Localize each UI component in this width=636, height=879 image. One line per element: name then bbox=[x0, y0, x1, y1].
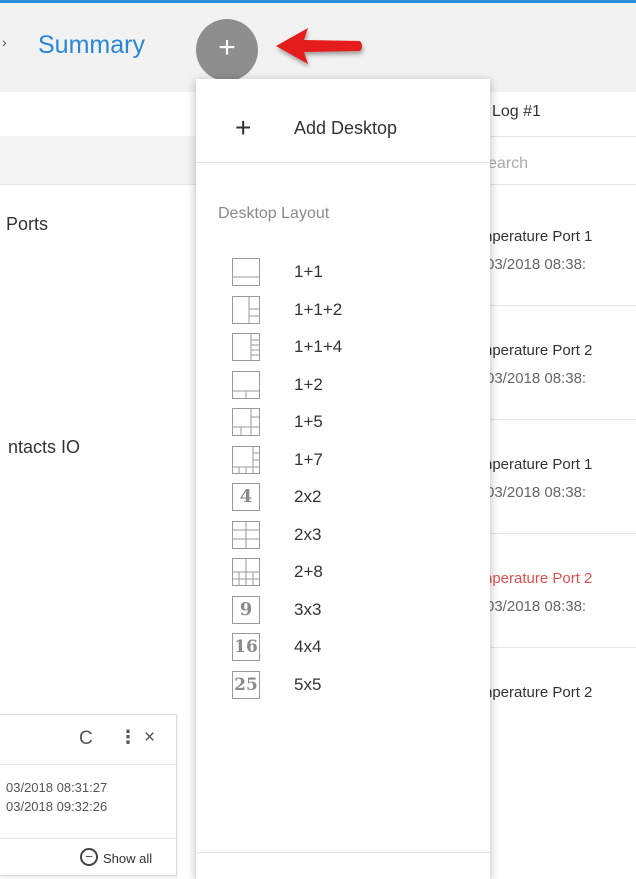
layout-option-label: 1+5 bbox=[294, 412, 323, 431]
log-search-input[interactable]: earch bbox=[488, 155, 528, 173]
log-entry-time: 03/2018 08:38: bbox=[486, 484, 587, 501]
layout-2x3-icon bbox=[232, 521, 260, 549]
mini-timestamp: 03/2018 08:31:27 bbox=[6, 780, 108, 795]
left-panel-header bbox=[0, 92, 200, 137]
breadcrumb-chevron-icon: › bbox=[2, 34, 7, 50]
layout-1-7-icon bbox=[232, 446, 260, 474]
layout-option-label: 2x3 bbox=[294, 525, 322, 544]
log-entry-name[interactable]: nperature Port 1 bbox=[484, 456, 592, 473]
divider bbox=[480, 533, 636, 534]
layout-1-5-icon bbox=[232, 408, 260, 436]
log-entry-name[interactable]: nperature Port 2 bbox=[484, 570, 592, 587]
left-item-ports[interactable]: Ports bbox=[6, 214, 48, 235]
divider bbox=[480, 136, 636, 137]
layout-option-label: 5x5 bbox=[294, 675, 322, 694]
add-desktop-dropdown bbox=[196, 79, 490, 879]
show-all-link[interactable]: Show all bbox=[103, 851, 152, 866]
divider bbox=[480, 647, 636, 648]
grid-number-icon: 9 bbox=[232, 596, 260, 624]
divider bbox=[480, 305, 636, 306]
page-title-summary[interactable]: Summary bbox=[38, 31, 145, 60]
mini-timestamp: 03/2018 09:32:26 bbox=[6, 799, 108, 814]
minus-circle-icon[interactable]: − bbox=[80, 848, 98, 866]
layout-option-label: 1+1+4 bbox=[294, 337, 343, 356]
plus-icon[interactable]: + bbox=[235, 112, 251, 144]
close-icon[interactable]: × bbox=[144, 727, 155, 749]
grid-number-icon: 4 bbox=[232, 483, 260, 511]
refresh-icon[interactable]: C bbox=[79, 728, 93, 750]
layout-1-1-2-icon bbox=[232, 296, 260, 324]
layout-1-2-icon bbox=[232, 371, 260, 399]
red-arrow-icon bbox=[276, 28, 362, 64]
log-entry-name[interactable]: nperature Port 2 bbox=[484, 342, 592, 359]
layout-1-1-icon bbox=[232, 258, 260, 286]
divider bbox=[480, 184, 636, 185]
layout-1-1-4-icon bbox=[232, 333, 260, 361]
grid-number-icon: 25 bbox=[232, 671, 260, 699]
more-menu-icon[interactable]: ⋮ bbox=[119, 727, 137, 748]
log-panel-title: Log #1 bbox=[492, 103, 541, 120]
divider bbox=[196, 852, 490, 853]
desktop-layout-heading: Desktop Layout bbox=[218, 205, 330, 222]
log-entry-name[interactable]: nperature Port 1 bbox=[484, 228, 592, 245]
add-desktop-menu-item[interactable]: Add Desktop bbox=[294, 118, 397, 139]
layout-option-label: 1+1+2 bbox=[294, 300, 343, 319]
layout-option-label: 3x3 bbox=[294, 600, 322, 619]
log-entry-time: 03/2018 08:38: bbox=[486, 598, 587, 615]
layout-option-label: 1+2 bbox=[294, 375, 323, 394]
layout-option-label: 4x4 bbox=[294, 637, 322, 656]
divider bbox=[480, 419, 636, 420]
left-item-contacts-io[interactable]: ntacts IO bbox=[8, 437, 80, 458]
left-panel-filter-row bbox=[0, 136, 200, 185]
grid-number-icon: 16 bbox=[232, 633, 260, 661]
log-entry-time: 03/2018 08:38: bbox=[486, 370, 587, 387]
layout-option-label: 1+1 bbox=[294, 262, 323, 281]
layout-option-label: 1+7 bbox=[294, 450, 323, 469]
log-entry-name[interactable]: nperature Port 2 bbox=[484, 684, 592, 701]
log-panel bbox=[480, 92, 636, 872]
layout-2-8-icon bbox=[232, 558, 260, 586]
layout-option-label: 2+8 bbox=[294, 562, 323, 581]
layout-option-label: 2x2 bbox=[294, 487, 322, 506]
divider bbox=[0, 838, 176, 839]
add-desktop-button[interactable]: + bbox=[196, 19, 258, 81]
log-entry-time: 03/2018 08:38: bbox=[486, 256, 587, 273]
divider bbox=[196, 162, 490, 163]
